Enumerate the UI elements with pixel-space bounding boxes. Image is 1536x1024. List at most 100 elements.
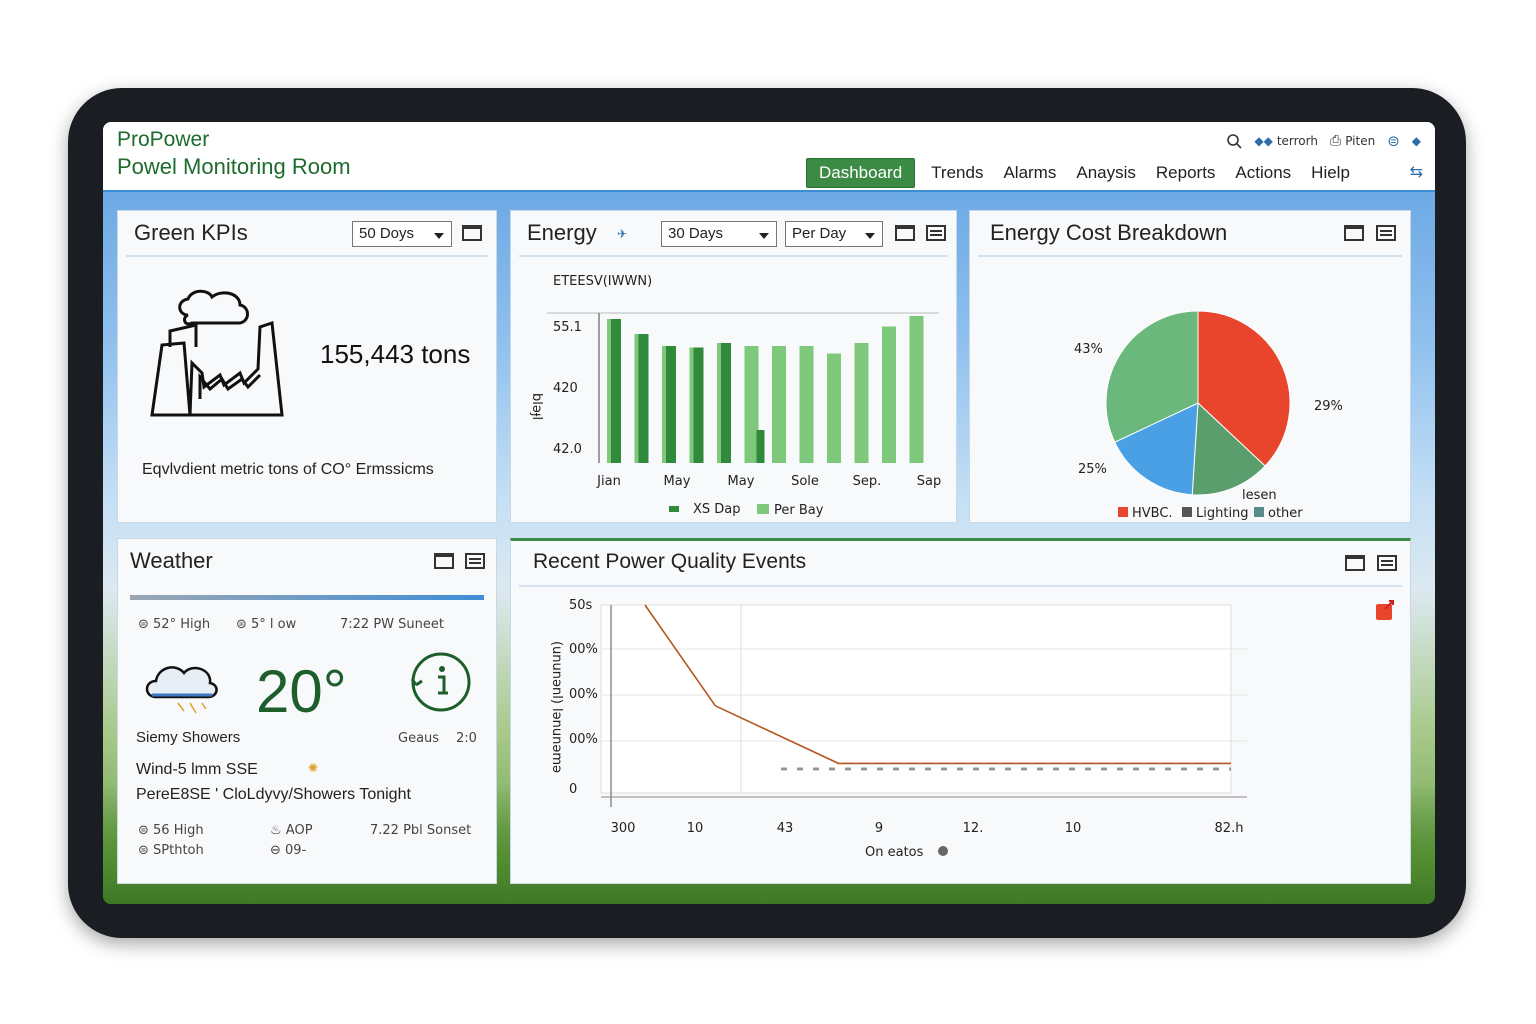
y-tick-label: 0	[569, 782, 577, 797]
cost-breakdown-panel: Energy Cost Breakdown 43% 29% 25% lesen HVBC…	[969, 210, 1411, 523]
settings-icon[interactable]: ⊜	[1387, 132, 1400, 150]
x-tick-label: 10	[687, 821, 704, 836]
small-note: lesen	[1242, 488, 1277, 503]
search-icon[interactable]	[1226, 133, 1242, 149]
panel-header: Recent Power Quality Events	[519, 541, 1402, 587]
y-tick-label: 50s	[569, 598, 593, 613]
events-chart: (ununənl) lənunəmə 50s 00% 00% 00% 0 300 10 43 9 1…	[549, 598, 1247, 860]
maximize-icon[interactable]	[895, 225, 915, 241]
legend-swatch	[669, 506, 679, 512]
bottom-high: ⊜ 56 High	[138, 823, 204, 838]
tab-alarms[interactable]: Alarms	[993, 159, 1066, 187]
maximize-icon[interactable]	[1344, 225, 1364, 241]
tab-analysis[interactable]: Anaysis	[1066, 159, 1146, 187]
diamond-icon[interactable]: ◆	[1412, 134, 1421, 148]
x-tick-label: Jian	[596, 474, 621, 489]
table-icon[interactable]	[1377, 555, 1397, 571]
panel-header: Energy ✈ 30 Days Per Day	[519, 211, 948, 257]
user-menu[interactable]: ◆◆ terrorh	[1254, 134, 1318, 148]
bar	[827, 353, 841, 463]
low-temp-top: ⊜ 5° l ow	[236, 617, 297, 632]
slice-label: 43%	[1074, 342, 1103, 357]
tab-trends[interactable]: Trends	[921, 159, 993, 187]
panel-header: Energy Cost Breakdown	[978, 211, 1402, 257]
bar	[756, 430, 765, 463]
bar	[693, 347, 704, 463]
weather-divider	[130, 595, 484, 600]
bottom-humidity: ⊖ 09-	[270, 843, 307, 858]
legend-swatch	[1254, 507, 1264, 517]
cost-pie-chart: 43% 29% 25% lesen HVBC. Lighting other	[1074, 310, 1343, 521]
table-icon[interactable]	[1376, 225, 1396, 241]
x-axis-label-icon	[938, 846, 948, 856]
printer-icon: ⎙	[1329, 133, 1342, 149]
cloud-rain-icon	[145, 666, 218, 714]
bar	[882, 326, 896, 463]
table-icon[interactable]	[465, 553, 485, 569]
bottom-aqi: ♨ AOP	[270, 823, 313, 838]
legend-label: Lighting	[1196, 506, 1249, 521]
bar	[666, 346, 676, 463]
energy-range-select[interactable]: 30 Days	[661, 221, 777, 247]
x-tick-label: 12.	[963, 821, 984, 836]
energy-panel: Energy ✈ 30 Days Per Day ETEESV(IWWN) blə…	[510, 210, 957, 523]
pin-icon[interactable]: ✈	[617, 227, 627, 241]
users-icon: ◆◆	[1254, 134, 1273, 148]
legend-swatch	[757, 504, 769, 514]
y-tick-label: 00%	[569, 687, 598, 702]
panel-title: Energy Cost Breakdown	[990, 220, 1228, 245]
info-gauge-icon[interactable]	[408, 649, 474, 715]
x-tick-label: May	[728, 474, 755, 489]
tab-help[interactable]: Hielp	[1301, 159, 1360, 187]
tab-actions[interactable]: Actions	[1225, 159, 1301, 187]
table-icon[interactable]	[926, 225, 946, 241]
factory-icon	[150, 289, 284, 417]
export-icon[interactable]	[1373, 599, 1397, 623]
legend-label: Per Bay	[774, 503, 824, 518]
x-tick-label: Sole	[791, 474, 819, 489]
slice-label: 29%	[1314, 399, 1343, 414]
maximize-icon[interactable]	[434, 553, 454, 569]
wind-info: Wind-5 lmm SSE	[136, 761, 258, 778]
bar	[638, 334, 649, 463]
x-tick-label: Sap	[917, 474, 941, 489]
bar	[744, 346, 759, 463]
chevron-down-icon	[759, 233, 769, 239]
maximize-icon[interactable]	[1345, 555, 1365, 571]
gauge-label: Geaus	[398, 731, 440, 746]
maximize-icon[interactable]	[462, 225, 482, 241]
kpi-range-select[interactable]: 50 Doys	[352, 221, 452, 247]
print-menu[interactable]: ⎙ Piten	[1330, 133, 1375, 149]
x-tick-label: 82.h	[1215, 821, 1244, 836]
current-temperature: 20°	[256, 658, 347, 725]
x-tick-label: May	[664, 474, 691, 489]
legend-label: XS Dap	[693, 502, 741, 517]
tab-reports[interactable]: Reports	[1146, 159, 1226, 187]
chevron-down-icon	[865, 233, 875, 239]
x-tick-label: 9	[875, 821, 883, 836]
slice-label: 25%	[1078, 462, 1107, 477]
bottom-sunrise: ⊜ SPthtoh	[138, 843, 204, 858]
main-nav: Dashboard Trends Alarms Anaysis Reports …	[806, 158, 1360, 188]
screen: ProPower Powel Monitoring Room ◆◆ terror…	[103, 122, 1435, 904]
bar	[854, 343, 869, 463]
bar	[611, 319, 621, 463]
y-tick-label: 00%	[569, 642, 598, 657]
panel-header: Weather	[126, 539, 488, 585]
energy-range-value: 30 Days	[668, 225, 724, 242]
kpi-value: 155,443 tons	[320, 339, 471, 369]
kpi-caption: Eqvlvdient metric tons of CO° Ermssicms	[142, 461, 434, 478]
plot-area	[600, 604, 1232, 794]
y-tick-label: 420	[553, 381, 578, 396]
bar	[909, 316, 924, 463]
tab-dashboard[interactable]: Dashboard	[806, 158, 916, 188]
energy-interval-value: Per Day	[792, 225, 847, 242]
legend-swatch	[1182, 507, 1192, 517]
bar	[721, 343, 731, 463]
signal-icon[interactable]: ⇆	[1410, 162, 1423, 181]
panel-title: Recent Power Quality Events	[533, 550, 807, 573]
y-axis-label: bləɟl	[529, 393, 544, 420]
legend-label: other	[1268, 506, 1303, 521]
energy-interval-select[interactable]: Per Day	[785, 221, 883, 247]
panel-title: Energy	[527, 220, 597, 245]
